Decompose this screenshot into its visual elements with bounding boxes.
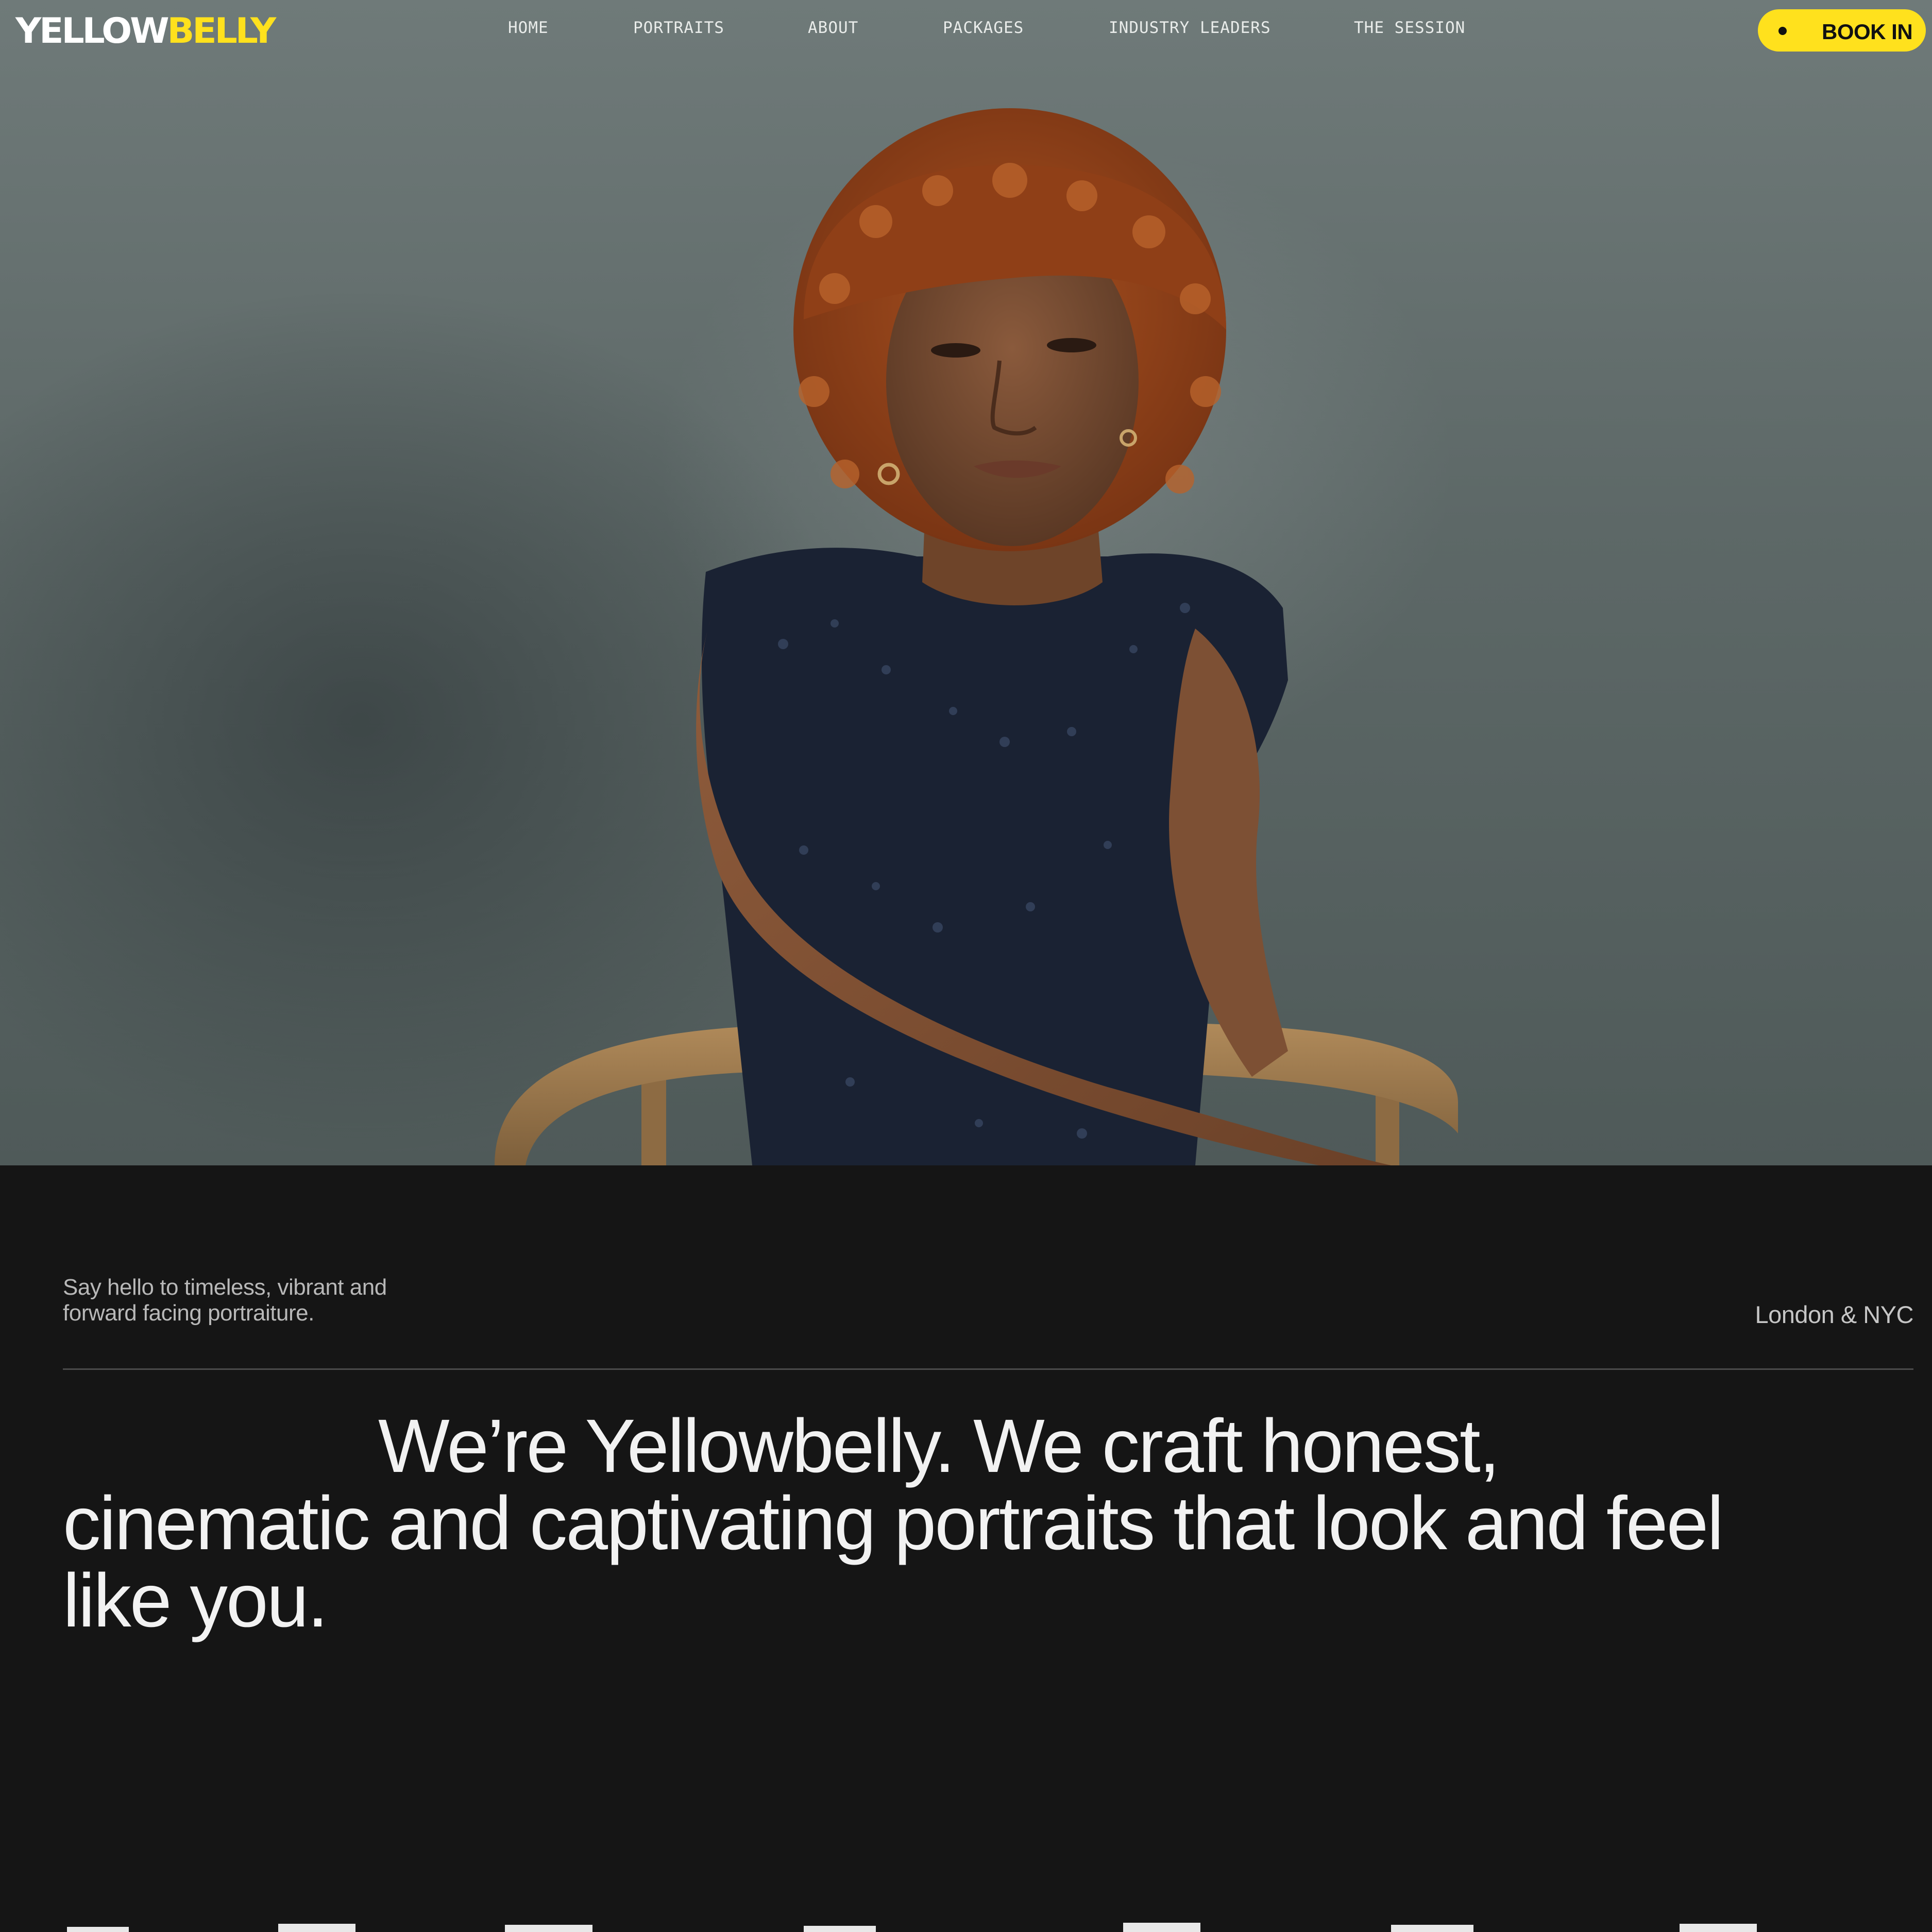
dot-icon (1778, 27, 1787, 35)
location-label: London & NYC (1755, 1301, 1913, 1328)
nav-item-portraits[interactable]: PORTRAITS (633, 19, 724, 37)
nav-item-about[interactable]: ABOUT (808, 19, 858, 37)
section-divider (63, 1368, 1913, 1370)
tagline-line-2: forward facing portraiture. (63, 1300, 314, 1326)
nav-item-home[interactable]: HOME (508, 19, 549, 37)
hero-image (0, 0, 1932, 1165)
next-section-peek (0, 1921, 1932, 1932)
nav-item-the-session[interactable]: THE SESSION (1354, 19, 1465, 37)
top-nav: YELLOW BELLY HOME PORTRAITS ABOUT PACKAGE… (0, 0, 1932, 62)
nav-links: HOME PORTRAITS ABOUT PACKAGES INDUSTRY L… (0, 19, 1932, 44)
nav-item-packages[interactable]: PACKAGES (943, 19, 1024, 37)
tagline-line-1: Say hello to timeless, vibrant and (63, 1275, 387, 1300)
tagline: Say hello to timeless, vibrant and forwa… (63, 1275, 527, 1326)
nav-item-industry-leaders[interactable]: INDUSTRY LEADERS (1109, 19, 1271, 37)
book-in-label: BOOK IN (1822, 20, 1913, 44)
book-in-button[interactable]: BOOK IN (1758, 9, 1926, 52)
intro-statement: We’re Yellowbelly. We craft honest, cine… (63, 1404, 1724, 1643)
portrait-photo (495, 108, 1458, 1165)
